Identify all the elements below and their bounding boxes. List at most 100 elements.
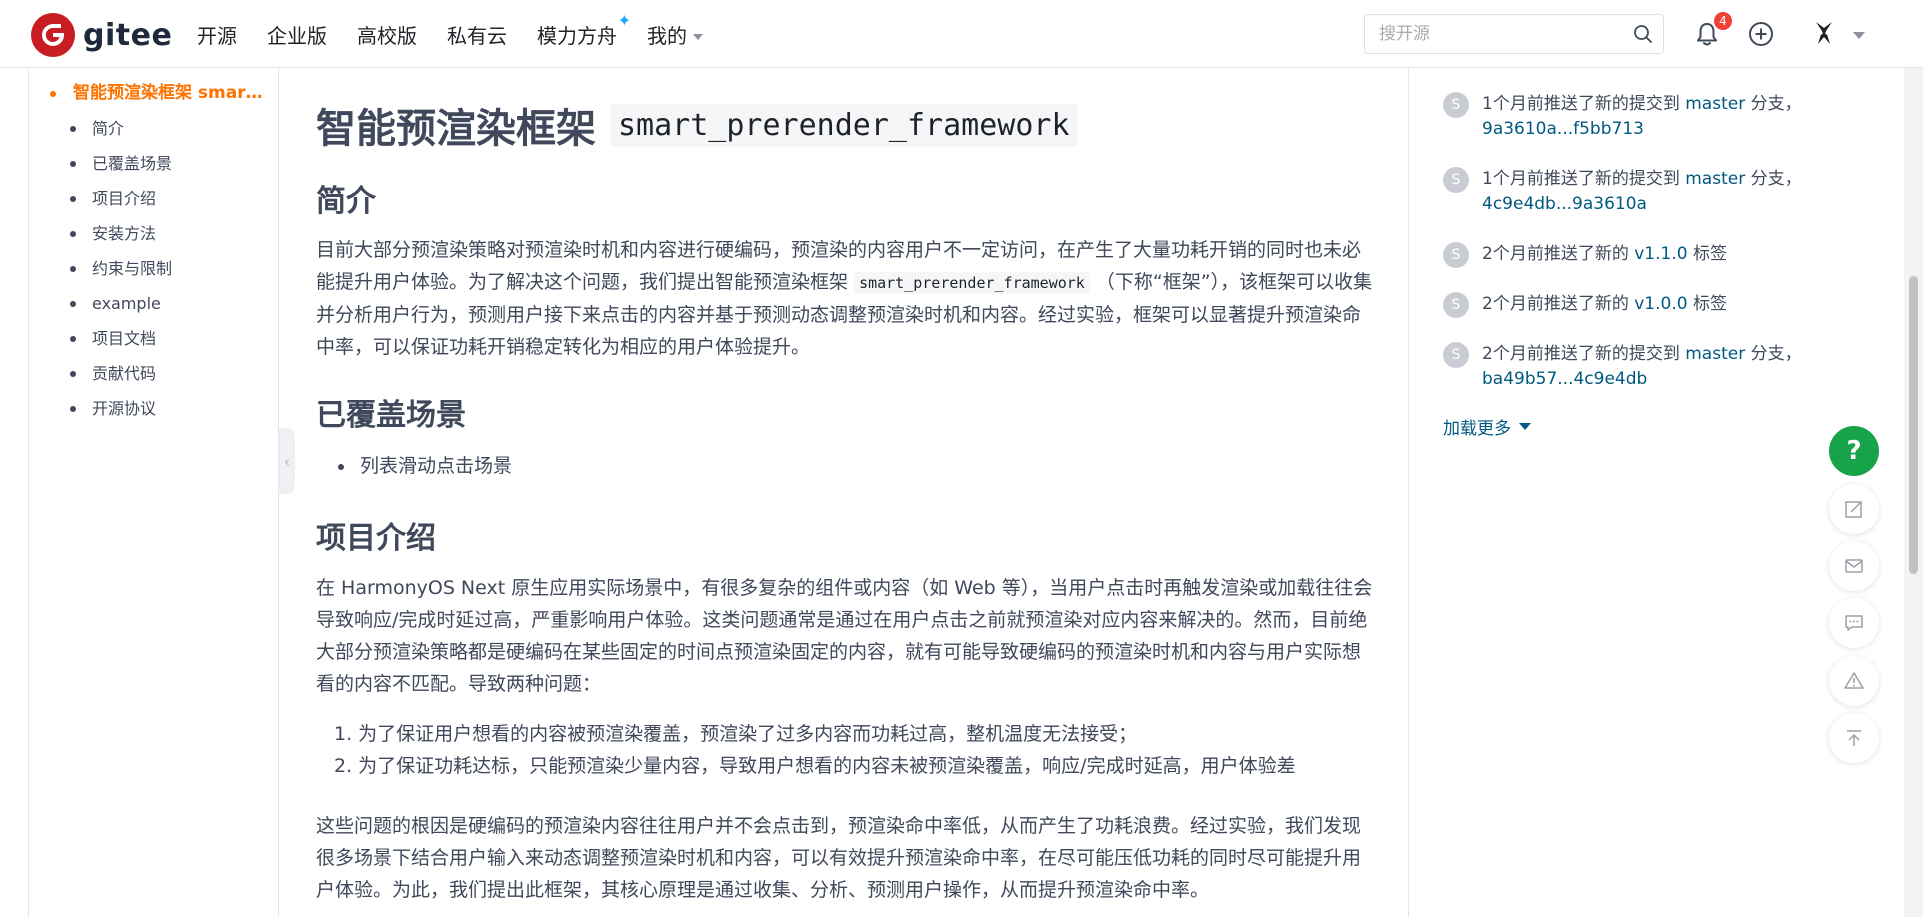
toc-item-example[interactable]: example [29, 292, 278, 327]
toc-item-license[interactable]: 开源协议 [29, 397, 278, 432]
main-nav: 开源 企业版 高校版 私有云 模力方舟 ✦ 我的 [197, 0, 733, 68]
activity-text: 1个月前推送了新的提交到 master 分支， 4c9e4db...9a3610a [1482, 167, 1882, 217]
scene-item: 列表滑动点击场景 [356, 451, 512, 481]
heading-scenes: 已覆盖场景 [316, 398, 466, 433]
user-avatar[interactable] [1808, 17, 1840, 49]
gitee-logo[interactable]: gitee [31, 13, 172, 57]
activity-avatar: S [1443, 342, 1469, 368]
arrow-up-icon [1847, 730, 1861, 746]
activity-item: S 2个月前推送了新的 v1.1.0 标签 [1443, 242, 1882, 268]
nav-item-mine-label: 我的 [647, 23, 687, 48]
problem-item: 1. 为了保证用户想看的内容被预渲染覆盖，预渲染了过多内容而功耗过高，整机温度无… [334, 723, 1138, 745]
activity-item: S 1个月前推送了新的提交到 master 分支， 9a3610a...f5bb7… [1443, 92, 1882, 142]
activity-avatar: S [1443, 292, 1469, 318]
comment-button[interactable] [1829, 598, 1879, 648]
activity-text: 2个月前推送了新的 v1.1.0 标签 [1482, 242, 1882, 268]
scrollbar-thumb[interactable] [1909, 276, 1918, 574]
content-divider [1408, 68, 1409, 917]
problem-item: 2. 为了保证功耗达标，只能预渲染少量内容，导致用户想看的内容未被预渲染覆盖，响… [334, 755, 1296, 777]
nav-item-ai-hub-label: 模力方舟 [537, 23, 617, 48]
gitee-logo-text: gitee [83, 17, 173, 53]
readme-title: 智能预渲染框架 smart_prerender_framework [316, 96, 1078, 154]
page-scrollbar[interactable] [1904, 68, 1923, 917]
question-icon: ? [1846, 436, 1862, 466]
intro-paragraph: 目前大部分预渲染策略对预渲染时机和内容进行硬编码，预渲染的内容用户不一定访问，在… [316, 234, 1376, 363]
toc-collapse-handle[interactable]: ‹ [279, 428, 295, 494]
load-more-label: 加载更多 [1443, 419, 1511, 439]
nav-item-ai-hub[interactable]: 模力方舟 ✦ [537, 11, 631, 49]
activity-item: S 2个月前推送了新的 v1.0.0 标签 [1443, 292, 1882, 318]
project-paragraph: 在 HarmonyOS Next 原生应用实际场景中，有很多复杂的组件或内容（如… [316, 577, 1373, 695]
nav-item-education[interactable]: 高校版 [357, 20, 417, 49]
nav-item-opensource[interactable]: 开源 [197, 20, 237, 49]
message-button[interactable] [1829, 541, 1879, 591]
commit-range-link[interactable]: ba49b57...4c9e4db [1482, 369, 1647, 389]
commit-range-link[interactable]: 4c9e4db...9a3610a [1482, 194, 1647, 214]
activity-mid: 分支， [1745, 94, 1802, 114]
toc-item-docs[interactable]: 项目文档 [29, 327, 278, 362]
toc-item-intro[interactable]: 简介 [29, 117, 278, 152]
activity-mid: 分支， [1745, 169, 1802, 189]
intro-inline-code: smart_prerender_framework [854, 272, 1090, 294]
activity-mid: 分支， [1745, 344, 1802, 364]
activity-item: S 1个月前推送了新的提交到 master 分支， 4c9e4db...9a361… [1443, 167, 1882, 217]
activity-prefix: 2个月前推送了新的提交到 [1482, 344, 1686, 364]
branch-link[interactable]: master [1685, 169, 1745, 189]
toc-item-contribute[interactable]: 贡献代码 [29, 362, 278, 397]
mail-icon [1845, 559, 1863, 573]
project-paragraph-2: 这些问题的根因是硬编码的预渲染内容往往用户并不会点击到，预渲染命中率低，从而产生… [316, 815, 1362, 901]
avatar-chevron-down-icon[interactable] [1853, 32, 1865, 39]
toc-item-scenes[interactable]: 已覆盖场景 [29, 152, 278, 187]
top-navbar: gitee 开源 企业版 高校版 私有云 模力方舟 ✦ 我的 4 [0, 0, 1923, 68]
nav-item-mine[interactable]: 我的 [647, 20, 703, 49]
activity-mid: 标签 [1687, 244, 1727, 264]
toc-list: 智能预渲染框架 smar… 简介 已覆盖场景 项目介绍 安装方法 约束与限制 e… [29, 68, 278, 432]
activity-item: S 2个月前推送了新的提交到 master 分支， ba49b57...4c9e4… [1443, 342, 1882, 392]
chevron-left-icon: ‹ [283, 451, 291, 471]
heading-intro: 简介 [316, 184, 376, 219]
branch-link[interactable]: master [1685, 344, 1745, 364]
help-button[interactable]: ? [1829, 426, 1879, 476]
heading-project: 项目介绍 [316, 521, 436, 556]
notification-badge: 4 [1714, 12, 1732, 30]
comment-icon [1845, 615, 1863, 631]
activity-prefix: 2个月前推送了新的 [1482, 294, 1635, 314]
toc-item-install[interactable]: 安装方法 [29, 222, 278, 257]
toc-item-project[interactable]: 项目介绍 [29, 187, 278, 222]
activity-text: 2个月前推送了新的提交到 master 分支， ba49b57...4c9e4db [1482, 342, 1882, 392]
commit-range-link[interactable]: 9a3610a...f5bb713 [1482, 119, 1644, 139]
scenes-list: 列表滑动点击场景 [356, 451, 512, 481]
activity-prefix: 1个月前推送了新的提交到 [1482, 94, 1686, 114]
activity-text: 2个月前推送了新的 v1.0.0 标签 [1482, 292, 1882, 318]
load-more-button[interactable]: 加载更多 [1443, 414, 1531, 439]
activity-avatar: S [1443, 167, 1469, 193]
back-to-top-button[interactable] [1829, 713, 1879, 763]
report-button[interactable] [1829, 656, 1879, 706]
problems-list: 1. 为了保证用户想看的内容被预渲染覆盖，预渲染了过多内容而功耗过高，整机温度无… [334, 718, 1296, 782]
caret-down-icon [1519, 423, 1531, 430]
activity-prefix: 1个月前推送了新的提交到 [1482, 169, 1686, 189]
edit-feedback-button[interactable] [1829, 484, 1879, 534]
activity-mid: 标签 [1687, 294, 1727, 314]
toc-item-constraints[interactable]: 约束与限制 [29, 257, 278, 292]
warning-icon [1844, 672, 1864, 689]
sparkle-icon: ✦ [617, 10, 631, 30]
gitee-logo-icon [31, 13, 75, 57]
readme-title-code: smart_prerender_framework [610, 103, 1078, 147]
activity-prefix: 2个月前推送了新的 [1482, 244, 1635, 264]
toc-item-title[interactable]: 智能预渲染框架 smar… [29, 82, 278, 117]
tag-link[interactable]: v1.1.0 [1634, 244, 1687, 264]
search-icon[interactable] [1623, 14, 1663, 54]
readme-toc: 智能预渲染框架 smar… 简介 已覆盖场景 项目介绍 安装方法 约束与限制 e… [29, 68, 279, 917]
activity-avatar: S [1443, 92, 1469, 118]
activity-avatar: S [1443, 242, 1469, 268]
nav-item-private-cloud[interactable]: 私有云 [447, 20, 507, 49]
tag-link[interactable]: v1.0.0 [1634, 294, 1687, 314]
search-input[interactable] [1365, 15, 1623, 53]
edit-icon [1845, 501, 1862, 518]
nav-item-enterprise[interactable]: 企业版 [267, 20, 327, 49]
search-box [1364, 14, 1664, 54]
plus-circle-icon[interactable] [1748, 21, 1774, 47]
branch-link[interactable]: master [1685, 94, 1745, 114]
readme-title-text: 智能预渲染框架 [316, 106, 596, 152]
